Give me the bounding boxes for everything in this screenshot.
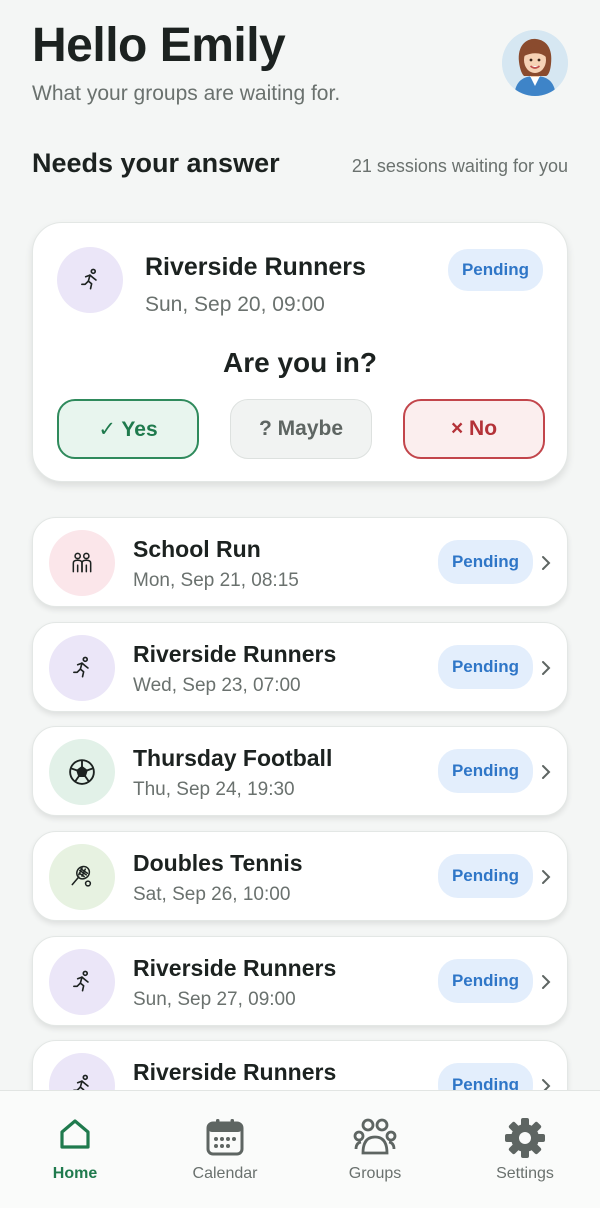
- session-date: Wed, Sep 23, 07:00: [133, 674, 301, 696]
- home-icon: [60, 1119, 90, 1149]
- session-date: Thu, Sep 24, 19:30: [133, 779, 295, 801]
- gear-icon: [505, 1118, 545, 1158]
- status-badge: Pending: [437, 854, 533, 899]
- nav-item-settings[interactable]: Settings: [450, 1091, 600, 1208]
- list-item[interactable]: Riverside Runners Sun, Sep 27, 09:00 Pen…: [32, 935, 568, 1026]
- chevron-right-icon: [542, 974, 551, 989]
- group-icon-circle: [49, 844, 115, 911]
- greeting: Hello Emily: [32, 19, 286, 72]
- maybe-button[interactable]: ? Maybe: [230, 399, 372, 459]
- football-icon: [69, 759, 95, 786]
- list-item[interactable]: Riverside Runners Wed, Sep 23, 07:00 Pen…: [32, 621, 568, 712]
- chevron-right-icon: [542, 765, 551, 780]
- no-button[interactable]: × No: [403, 399, 545, 459]
- nav-item-home[interactable]: Home: [0, 1091, 150, 1208]
- session-list: School Run Mon, Sep 21, 08:15 Pending Ri…: [32, 517, 568, 1145]
- nav-label-home: Home: [52, 1165, 98, 1182]
- chevron-right-icon: [542, 660, 551, 675]
- session-title: Doubles Tennis: [133, 850, 303, 877]
- status-badge: Pending: [437, 540, 533, 584]
- rsvp-question: Are you in?: [222, 347, 377, 378]
- featured-session-card[interactable]: Riverside Runners Sun, Sep 20, 09:00 Pen…: [32, 222, 568, 482]
- status-badge: Pending: [437, 958, 533, 1003]
- subtitle: What your groups are waiting for.: [32, 82, 341, 105]
- list-item[interactable]: Doubles Tennis Sat, Sep 26, 10:00 Pendin…: [32, 831, 568, 922]
- yes-button[interactable]: ✓ Yes: [57, 399, 199, 459]
- session-title: Riverside Runners: [133, 954, 337, 981]
- group-icon-circle: [57, 247, 123, 313]
- session-title: Riverside Runners: [133, 640, 337, 667]
- calendar-icon: [206, 1119, 244, 1156]
- list-item[interactable]: School Run Mon, Sep 21, 08:15 Pending: [32, 517, 568, 607]
- section-title: Needs your answer: [32, 148, 280, 178]
- nav-label-groups: Groups: [348, 1165, 402, 1182]
- group-icon-circle: [49, 634, 115, 701]
- nav-item-groups[interactable]: Groups: [300, 1091, 450, 1208]
- nav-item-calendar[interactable]: Calendar: [150, 1091, 300, 1208]
- bottom-navigation: Home Calendar Groups Settings: [0, 1090, 600, 1208]
- session-title: Riverside Runners: [133, 1059, 337, 1086]
- chevron-right-icon: [542, 556, 551, 570]
- group-icon-circle: [49, 530, 115, 596]
- status-badge: Pending: [437, 644, 533, 689]
- nav-label-settings: Settings: [496, 1165, 554, 1182]
- status-badge: Pending: [447, 249, 543, 291]
- section-header: Needs your answer 21 sessions waiting fo…: [32, 148, 568, 179]
- runner-icon: [81, 268, 97, 290]
- session-title: School Run: [133, 536, 261, 562]
- session-date: Sun, Sep 20, 09:00: [145, 293, 325, 316]
- sessions-waiting-count: 21 sessions waiting for you: [351, 156, 568, 176]
- status-badge: Pending: [437, 749, 533, 794]
- user-avatar-icon: [502, 30, 568, 96]
- nav-label-calendar: Calendar: [192, 1165, 258, 1182]
- group-icon-circle: [49, 739, 115, 806]
- runner-icon: [73, 970, 89, 992]
- header: Hello Emily What your groups are waiting…: [32, 18, 568, 106]
- chevron-right-icon: [542, 870, 551, 885]
- session-date: Mon, Sep 21, 08:15: [133, 570, 299, 591]
- session-title: Riverside Runners: [145, 253, 366, 281]
- list-item[interactable]: Thursday Football Thu, Sep 24, 19:30 Pen…: [32, 726, 568, 817]
- session-date: Sun, Sep 27, 09:00: [133, 988, 296, 1010]
- group-icon-circle: [49, 948, 115, 1015]
- people-icon: [72, 552, 92, 573]
- groups-icon: [353, 1118, 397, 1155]
- tennis-icon: [71, 865, 92, 887]
- avatar[interactable]: [502, 30, 568, 96]
- session-title: Thursday Football: [133, 745, 333, 772]
- session-date: Sat, Sep 26, 10:00: [133, 884, 291, 906]
- runner-icon: [73, 656, 89, 678]
